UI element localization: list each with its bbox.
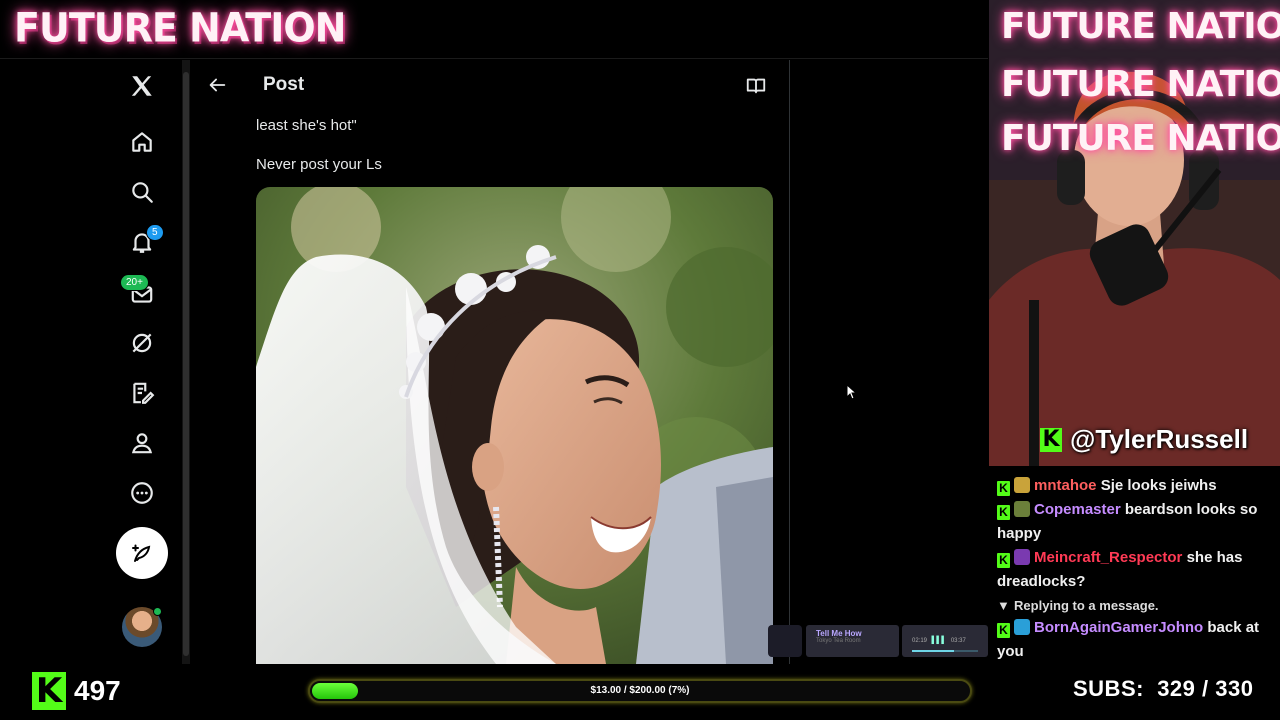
track-progress: 02:19 ▌▌▌ 03:37 <box>902 625 988 657</box>
reply-note-text: Replying to a message. <box>1014 598 1159 613</box>
profile-icon[interactable] <box>116 421 168 465</box>
notifications-bell-icon[interactable]: 5 <box>116 220 168 264</box>
chat-username[interactable]: mntahoe <box>1034 477 1097 494</box>
x-sidebar-nav: 5 20+ <box>100 60 182 664</box>
kick-logo-icon: K <box>1040 427 1062 452</box>
online-status-dot <box>153 607 162 616</box>
webcam-neon-title: FUTURE NATION <box>1001 64 1280 105</box>
back-arrow-icon[interactable] <box>206 74 228 96</box>
kick-logo-icon: K <box>32 671 66 711</box>
home-icon[interactable] <box>116 120 168 164</box>
kick-follower-counter: K 497 <box>32 671 121 711</box>
chat-username[interactable]: Copemaster <box>1034 501 1121 518</box>
chat-message: Kmntahoe Sje looks jeiwhs <box>997 474 1273 498</box>
kick-badge-icon: K <box>997 481 1010 496</box>
chat-username[interactable]: BornAgainGamerJohno <box>1034 619 1203 636</box>
chat-message-text: Sje looks jeiwhs <box>1100 477 1217 494</box>
chat-panel: Kmntahoe Sje looks jeiwhs K Copemaster be… <box>989 466 1280 664</box>
post-photo[interactable] <box>256 187 773 664</box>
time-elapsed: 02:19 <box>912 638 928 644</box>
kick-badge-icon: K <box>997 623 1010 638</box>
webcam-neon-title: FUTURE NATION <box>1001 6 1280 47</box>
messages-badge: 20+ <box>120 274 149 291</box>
webcam-feed: FUTURE NATION FUTURE NATION FUTURE NATIO… <box>989 0 1280 466</box>
subs-counter: SUBS: 329 / 330 <box>1073 676 1253 702</box>
compose-post-button[interactable] <box>116 527 168 579</box>
post-header: Post <box>192 60 789 110</box>
goal-text: $13.00 / $200.00 (7%) <box>590 685 690 696</box>
webcam-neon-title: FUTURE NATION <box>1001 118 1280 159</box>
x-logo-icon[interactable] <box>116 64 168 108</box>
page-title: Post <box>263 74 305 95</box>
chat-message: K BornAgainGamerJohno back at you <box>997 616 1273 664</box>
user-badge-icon <box>1014 477 1030 493</box>
grok-icon[interactable] <box>116 321 168 365</box>
mouse-cursor-icon <box>846 384 858 400</box>
channel-brand-logo: FUTURE NATION <box>14 4 346 52</box>
subs-label: SUBS: <box>1073 676 1144 701</box>
divider <box>0 58 988 59</box>
search-icon[interactable] <box>116 170 168 214</box>
album-art <box>768 625 802 657</box>
messages-mail-icon[interactable]: 20+ <box>116 272 168 316</box>
user-badge-icon <box>1014 501 1030 517</box>
streamer-handle: K @TylerRussell <box>1040 424 1248 455</box>
post-quote-text: least she's hot" <box>256 117 357 134</box>
follower-count: 497 <box>74 675 121 706</box>
streamer-handle-text: @TylerRussell <box>1070 424 1249 454</box>
track-title: Tell Me How <box>816 629 862 638</box>
user-badge-icon <box>1014 619 1030 635</box>
chat-username[interactable]: Meincraft_Respector <box>1034 549 1182 566</box>
track-artist: Tokyo Tea Room <box>816 638 861 644</box>
chat-reply-indicator: ▼ Replying to a message. <box>997 594 1273 618</box>
compose-feather-icon <box>132 544 151 562</box>
post-body-text: Never post your Ls <box>256 156 382 173</box>
time-total: 03:37 <box>950 638 966 644</box>
chat-message: K Meincraft_Respector she has dreadlocks? <box>997 546 1273 594</box>
track-info: Tell Me How Tokyo Tea Room <box>806 625 899 657</box>
kick-badge-icon: K <box>997 505 1010 520</box>
subs-value: 329 / 330 <box>1157 676 1254 701</box>
lists-edit-icon[interactable] <box>116 371 168 415</box>
kick-badge-icon: K <box>997 553 1010 568</box>
chat-message: K Copemaster beardson looks so happy <box>997 498 1273 546</box>
donation-goal-bar: $13.00 / $200.00 (7%) <box>308 679 972 703</box>
waveform-icon: ▌▌▌ <box>931 637 947 644</box>
now-playing-widget: Tell Me How Tokyo Tea Room 02:19 ▌▌▌ 03:… <box>768 623 988 659</box>
more-icon[interactable] <box>116 471 168 515</box>
user-badge-icon <box>1014 549 1030 565</box>
speech-bubble-icon: ▼ <box>997 598 1010 613</box>
scrollbar-thumb[interactable] <box>183 72 189 656</box>
reader-mode-icon[interactable] <box>745 75 767 97</box>
notifications-badge: 5 <box>146 224 164 241</box>
post-detail-column: Post least she's hot" Never post your Ls <box>192 60 790 664</box>
